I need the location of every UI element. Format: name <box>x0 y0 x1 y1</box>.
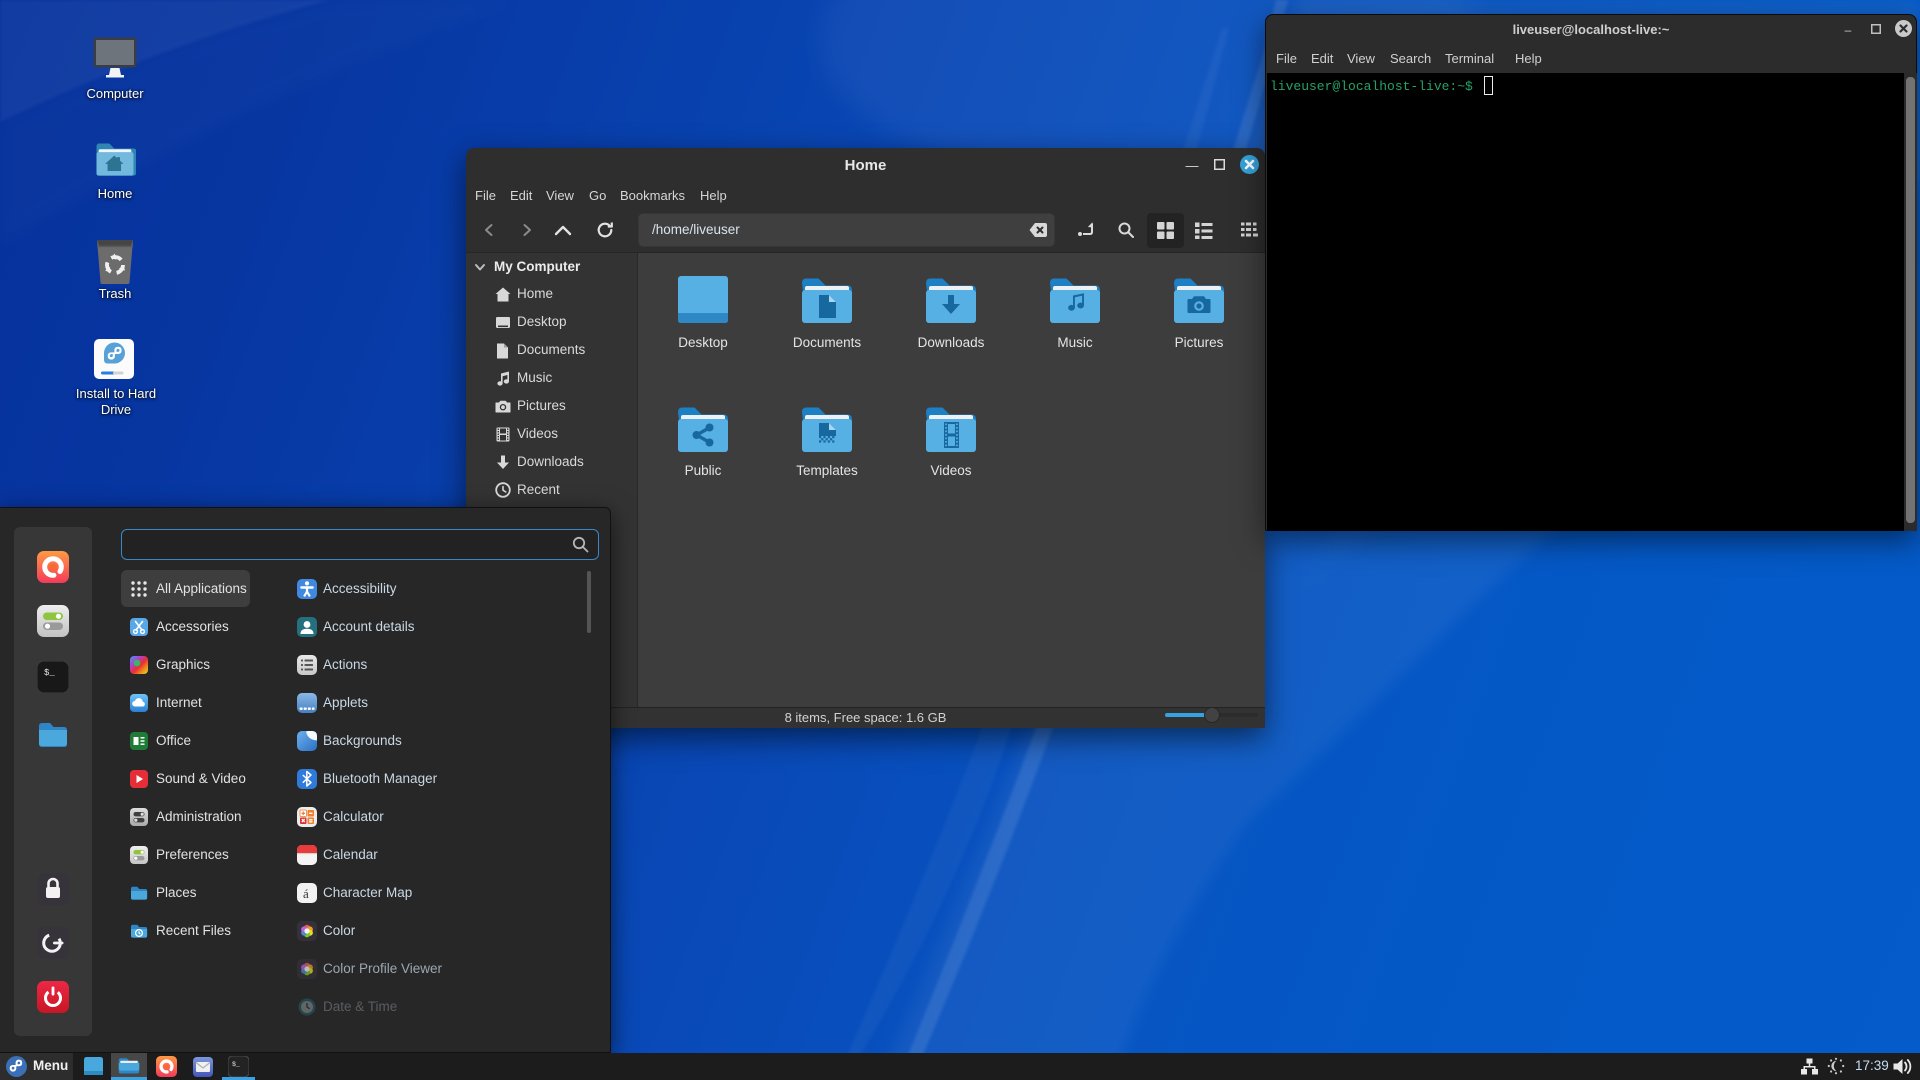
svg-text:$_: $_ <box>44 668 55 678</box>
svg-text:$_: $_ <box>232 1061 240 1068</box>
svg-text:á: á <box>303 886 309 901</box>
